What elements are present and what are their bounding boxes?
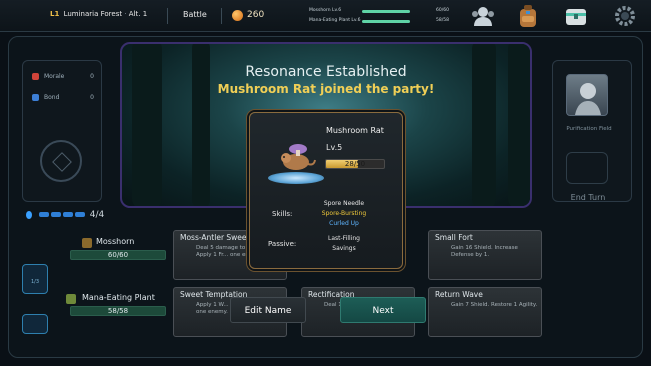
settings-gear-icon[interactable]	[612, 4, 638, 28]
party-hp-value: 60/60	[436, 8, 449, 13]
card-title: Moss-Antler Sweep	[180, 233, 252, 242]
location-label: L1 Luminaria Forest · Alt. 1	[50, 10, 148, 18]
skill-name: Curled Up	[329, 220, 359, 227]
mosshorn-icon	[82, 238, 92, 248]
passive-label: Passive:	[268, 240, 297, 248]
location-name: Luminaria Forest	[63, 10, 123, 18]
resonance-title: Resonance Established	[245, 64, 407, 80]
member-hp: 60/60	[70, 250, 166, 260]
purification-field-label: Purification Field	[566, 126, 612, 132]
member-name: Mana-Eating Plant	[82, 293, 155, 302]
morale-icon	[32, 73, 39, 80]
joined-party-subtitle: Mushroom Rat joined the party!	[217, 82, 435, 96]
compass-icon	[40, 140, 82, 182]
energy-pip	[50, 212, 61, 217]
mode-label: Battle	[183, 10, 207, 19]
bond-icon	[32, 94, 39, 101]
backpack-icon[interactable]	[515, 4, 541, 28]
morale-label: Morale	[44, 73, 65, 80]
skill-name: Spore Needle	[323, 200, 365, 207]
party-hp-name: Mosshorn Lv.6	[309, 8, 342, 13]
floor-label: L1	[50, 10, 60, 18]
party-hp-row: Mosshorn Lv.6 60/60	[309, 8, 449, 15]
page-indicator: 1/3	[30, 279, 40, 285]
altitude-label: Alt. 1	[128, 10, 148, 18]
party-icon[interactable]	[470, 4, 496, 28]
party-hp-name: Mana-Eating Plant Lv.6	[309, 18, 361, 23]
divider	[167, 8, 168, 24]
mushroom-rat-portrait	[276, 142, 316, 172]
party-hp-value: 58/58	[436, 18, 449, 23]
end-turn-icon[interactable]	[566, 152, 608, 184]
bond-value: 0	[90, 94, 94, 101]
bond-label: Bond	[44, 94, 60, 101]
member-hp: 58/58	[70, 306, 166, 316]
skill-card[interactable]: Small Fort Gain 16 Shield. Increase Defe…	[428, 230, 542, 280]
member-name: Mosshorn	[96, 237, 135, 246]
morale-value: 0	[90, 73, 94, 80]
energy-drop-icon	[26, 210, 32, 219]
skills-label: Skills:	[272, 210, 293, 218]
card-title: Return Wave	[435, 290, 483, 299]
coin-icon	[232, 10, 243, 21]
monster-name: Mushroom Rat	[326, 126, 384, 135]
card-desc: Gain 16 Shield. Increase Defense by 1.	[451, 245, 518, 258]
party-hp-bar	[362, 10, 410, 13]
passive-name: Last-Filling	[328, 235, 360, 242]
chest-icon[interactable]	[563, 4, 589, 28]
card-title: Small Fort	[435, 233, 473, 242]
next-button[interactable]: Next	[340, 297, 426, 323]
skill-card[interactable]: Return Wave Gain 7 Shield. Restore 1 Agi…	[428, 287, 542, 337]
exp-value: 28/50	[344, 160, 366, 168]
top-bar: L1 Luminaria Forest · Alt. 1 Battle 260 …	[0, 0, 651, 32]
energy-pip	[38, 212, 49, 217]
divider	[221, 8, 222, 24]
energy-value: 4/4	[89, 210, 105, 220]
skill-name: Spore-Bursting	[321, 210, 367, 217]
party-hp-bar	[362, 20, 410, 23]
purification-field-portrait[interactable]	[566, 74, 608, 116]
card-desc: Gain 7 Shield. Restore 1 Agility.	[451, 302, 538, 308]
coin-count: 260	[247, 10, 265, 20]
party-hp-row: Mana-Eating Plant Lv.6 58/58	[309, 18, 449, 25]
energy-pip	[62, 212, 73, 217]
plant-icon	[66, 294, 76, 304]
edit-name-button[interactable]: Edit Name	[230, 297, 306, 323]
end-turn-button[interactable]: End Turn	[558, 193, 618, 202]
passive-name: Savings	[332, 245, 356, 252]
energy-pip	[74, 212, 85, 217]
page-up-button[interactable]: 1/3	[22, 264, 48, 294]
pedestal-icon	[268, 172, 324, 184]
monster-level: Lv.5	[326, 143, 343, 152]
page-down-button[interactable]	[22, 314, 48, 334]
energy-display: 4/4	[26, 210, 104, 220]
